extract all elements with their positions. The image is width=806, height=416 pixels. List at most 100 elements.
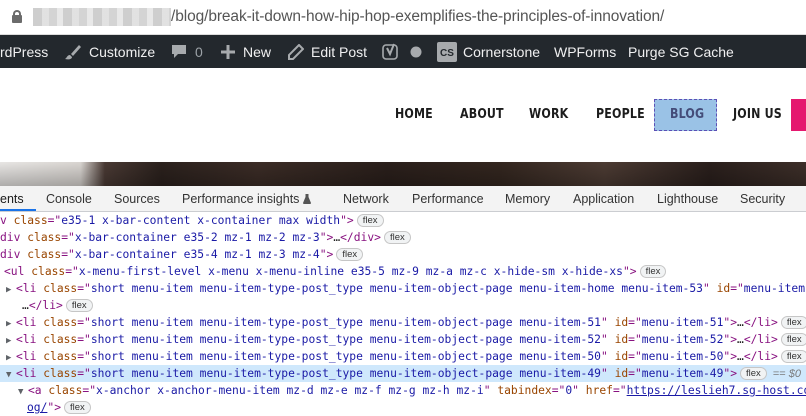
admin-bar-comments[interactable]: 0 xyxy=(171,35,203,68)
href-link[interactable]: https://leslieh7.sg-host.com/b xyxy=(627,384,806,397)
flex-badge[interactable]: flex xyxy=(383,231,411,244)
dom-node-line[interactable]: <ul class="x-menu-first-level x-menu x-m… xyxy=(0,263,806,280)
dom-attr-name: class xyxy=(43,333,78,346)
lock-icon[interactable] xyxy=(12,10,22,23)
admin-bar-customize[interactable]: Customize xyxy=(64,35,155,68)
admin-bar-wpforms-label: WPForms xyxy=(554,43,617,60)
collapse-triangle-icon[interactable]: ▼ xyxy=(6,367,16,382)
dom-node-line[interactable]: …</li> flex xyxy=(0,297,806,314)
flex-badge[interactable]: flex xyxy=(64,401,91,414)
expand-triangle-icon[interactable]: ▶ xyxy=(6,350,16,365)
flex-badge[interactable]: flex xyxy=(336,248,364,261)
expand-triangle-icon[interactable]: ▶ xyxy=(6,316,16,331)
dom-punct: "> xyxy=(723,316,738,329)
admin-bar-edit-post[interactable]: Edit Post xyxy=(288,35,367,68)
flex-badge[interactable]: flex xyxy=(780,350,806,363)
dom-attr-value: x-bar-container e35-2 mz-1 mz-2 mz-3 xyxy=(74,231,320,244)
dom-close-tag: </li> xyxy=(743,316,778,329)
wp-admin-bar: rdPress Customize 0 New Edit Post CS Cor… xyxy=(0,35,806,68)
admin-bar-cornerstone[interactable]: CS Cornerstone xyxy=(437,35,540,68)
dom-tag: <li xyxy=(16,316,44,329)
dom-attr-name: class xyxy=(27,231,62,244)
dom-node-line[interactable]: ▶ <li class="short menu-item menu-item-ty… xyxy=(0,314,806,331)
dom-node-line[interactable]: div class="x-bar-container e35-2 mz-1 mz… xyxy=(0,229,806,246)
dom-attr-value: short menu-item menu-item-type-post_type… xyxy=(90,367,601,380)
admin-bar-purge-cache[interactable]: Purge SG Cache xyxy=(628,35,734,68)
nav-about[interactable]: ABOUT xyxy=(460,106,504,122)
tab-application[interactable]: Application xyxy=(573,186,634,212)
dom-punct: " xyxy=(600,367,615,380)
tab-sources[interactable]: Sources xyxy=(114,186,160,212)
dom-tag: <li xyxy=(16,282,44,295)
dom-punct: " xyxy=(702,282,717,295)
flex-badge[interactable]: flex xyxy=(740,367,767,380)
flex-badge[interactable]: flex xyxy=(780,333,806,346)
admin-bar-wordpress[interactable]: rdPress xyxy=(0,35,48,68)
admin-bar-yoast[interactable] xyxy=(382,35,400,68)
admin-bar-wpforms[interactable]: WPForms xyxy=(554,35,616,68)
dom-attr-name: class xyxy=(43,350,78,363)
collapsed-ellipsis[interactable]: … xyxy=(22,299,29,312)
dom-punct: =" xyxy=(77,282,91,295)
dom-punct: =" xyxy=(628,316,642,329)
collapsed-ellipsis[interactable]: … xyxy=(737,316,744,329)
collapsed-ellipsis[interactable]: … xyxy=(737,333,744,346)
dom-tag: <li xyxy=(16,333,44,346)
nav-join-us[interactable]: JOIN US xyxy=(733,106,782,122)
active-tab-indicator xyxy=(0,209,36,211)
dom-close-tag: </li> xyxy=(743,350,778,363)
dom-node-line[interactable]: v class="e35-1 x-bar-content x-container… xyxy=(0,212,806,229)
dom-node-line[interactable]: ▶ <li class="short menu-item menu-item-ty… xyxy=(0,331,806,348)
url-path[interactable]: /blog/break-it-down-how-hip-hop-exemplif… xyxy=(171,8,664,26)
nav-work[interactable]: WORK xyxy=(529,106,568,122)
address-bar[interactable]: /blog/break-it-down-how-hip-hop-exemplif… xyxy=(0,0,806,35)
dom-tag: <ul xyxy=(4,265,32,278)
dom-punct: =" xyxy=(628,333,642,346)
cs-logo-icon: CS xyxy=(437,41,457,62)
dom-attr-value: menu-item-53 xyxy=(743,282,806,295)
dom-tag: <li xyxy=(16,350,44,363)
nav-blog[interactable]: BLOG xyxy=(670,106,704,122)
flex-badge[interactable]: flex xyxy=(780,316,806,329)
flex-badge[interactable]: flex xyxy=(65,299,93,312)
tab-performance-insights[interactable]: Performance insights xyxy=(182,186,312,212)
dom-node-line[interactable]: ▼ <a class="x-anchor x-anchor-menu-item m… xyxy=(0,382,806,399)
dom-node-line[interactable]: ▶ <li class="short menu-item menu-item-ty… xyxy=(0,348,806,365)
expand-triangle-icon[interactable]: ▶ xyxy=(6,333,16,348)
dom-node-line[interactable]: og/"> flex xyxy=(0,399,806,416)
tab-performance[interactable]: Performance xyxy=(412,186,484,212)
tab-memory[interactable]: Memory xyxy=(505,186,550,212)
dom-attr-value: menu-item-49 xyxy=(641,367,724,380)
tab-security[interactable]: Security xyxy=(740,186,785,212)
comment-count: 0 xyxy=(195,43,203,60)
collapsed-ellipsis[interactable]: … xyxy=(737,350,744,363)
dom-punct: =" xyxy=(628,367,642,380)
nav-people[interactable]: PEOPLE xyxy=(596,106,645,122)
nav-home[interactable]: HOME xyxy=(395,106,433,122)
dom-tag: div xyxy=(0,248,28,261)
dom-node-line[interactable]: ▶ <li class="short menu-item menu-item-ty… xyxy=(0,280,806,297)
tab-lighthouse[interactable]: Lighthouse xyxy=(657,186,718,212)
dom-punct: " xyxy=(600,333,615,346)
dom-node-line-selected[interactable]: ▼ <li class="short menu-item menu-item-ty… xyxy=(0,365,806,382)
flex-badge[interactable]: flex xyxy=(356,214,384,227)
svg-text:CS: CS xyxy=(440,48,454,59)
expand-triangle-icon[interactable]: ▶ xyxy=(6,282,16,297)
href-link[interactable]: og/ xyxy=(27,401,47,414)
cta-button[interactable] xyxy=(791,99,806,131)
dom-attr-name: id xyxy=(614,367,629,380)
collapse-triangle-icon[interactable]: ▼ xyxy=(18,384,28,399)
dom-punct: " xyxy=(600,350,615,363)
devtools-tabbar: ents Console Sources Performance insight… xyxy=(0,186,806,212)
dom-punct: "> xyxy=(622,265,637,278)
comment-icon xyxy=(171,44,187,59)
dom-node-line[interactable]: div class="x-bar-container e35-4 mz-1 mz… xyxy=(0,246,806,263)
dom-close-tag: </li> xyxy=(743,333,778,346)
flex-badge[interactable]: flex xyxy=(639,265,667,278)
tab-network[interactable]: Network xyxy=(343,186,389,212)
dom-attr-value: menu-item-51 xyxy=(641,316,724,329)
dom-punct: " xyxy=(483,384,498,397)
admin-bar-new[interactable]: New xyxy=(221,35,271,68)
tab-console[interactable]: Console xyxy=(46,186,92,212)
admin-bar-seo-status[interactable] xyxy=(410,35,422,68)
